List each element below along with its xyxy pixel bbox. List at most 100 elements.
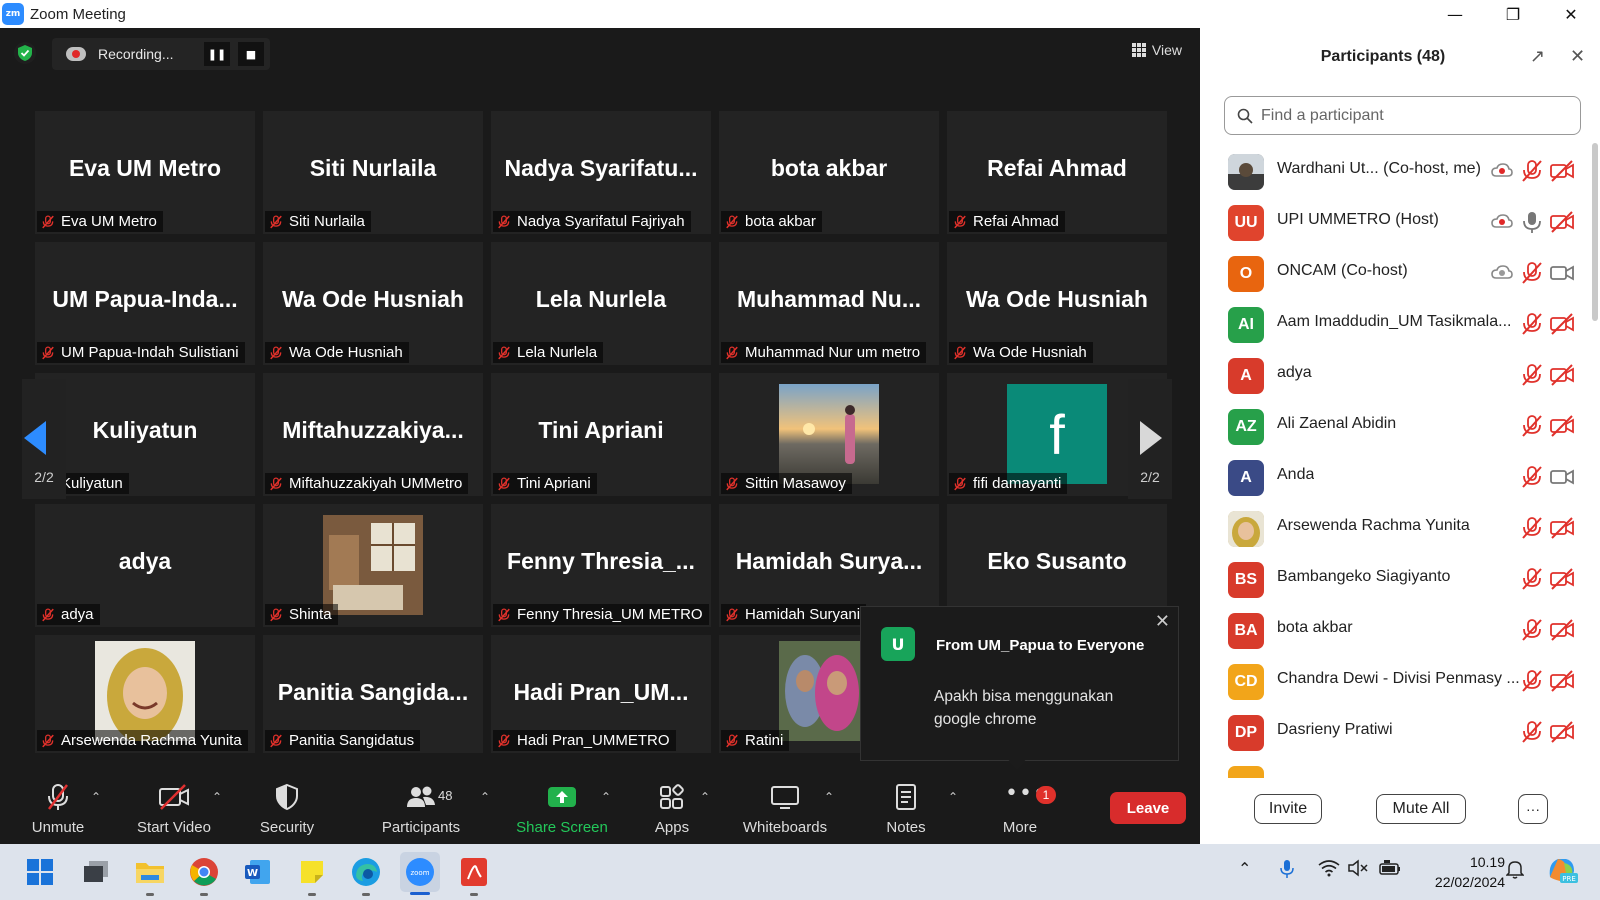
video-off-icon[interactable] bbox=[1550, 159, 1574, 183]
microphone-icon[interactable] bbox=[1520, 210, 1544, 234]
search-input[interactable] bbox=[1261, 106, 1561, 125]
popout-icon[interactable]: ↗ bbox=[1530, 46, 1545, 67]
pause-recording-button[interactable]: ❚❚ bbox=[204, 42, 230, 66]
edge-icon[interactable] bbox=[348, 854, 384, 896]
file-explorer-icon[interactable] bbox=[132, 854, 168, 896]
share-options-caret-icon[interactable]: ⌃ bbox=[601, 790, 611, 804]
mic-muted-icon[interactable] bbox=[1520, 261, 1544, 285]
apps-button[interactable]: Apps bbox=[644, 772, 700, 844]
mic-muted-icon[interactable] bbox=[1520, 465, 1544, 489]
participant-row[interactable]: Arsewenda Rachma Yunita bbox=[1200, 503, 1588, 554]
participant-row[interactable]: AZ Ali Zaenal Abidin bbox=[1200, 401, 1588, 452]
participant-row[interactable]: Wardhani Ut... (Co-host, me) bbox=[1200, 146, 1588, 197]
microphone-tray-icon[interactable] bbox=[1280, 859, 1294, 883]
more-button[interactable]: ••• More bbox=[990, 772, 1050, 844]
video-tile[interactable]: Nadya Syarifatu... Nadya Syarifatul Fajr… bbox=[491, 111, 711, 234]
video-tile[interactable]: Shinta bbox=[263, 504, 483, 627]
participant-list-scrollbar[interactable] bbox=[1592, 143, 1598, 321]
minimize-button[interactable]: — bbox=[1426, 0, 1484, 28]
participant-row[interactable]: BS Bambangeko Siagiyanto bbox=[1200, 554, 1588, 605]
video-tile[interactable]: Panitia Sangida... Panitia Sangidatus bbox=[263, 635, 483, 753]
video-tile[interactable]: adya adya bbox=[35, 504, 255, 627]
participant-row[interactable]: DP Dasrieny Pratiwi bbox=[1200, 707, 1588, 758]
video-tile[interactable]: Wa Ode Husniah Wa Ode Husniah bbox=[947, 242, 1167, 365]
video-icon[interactable] bbox=[1550, 261, 1574, 285]
video-off-icon[interactable] bbox=[1550, 516, 1574, 540]
participants-caret-icon[interactable]: ⌃ bbox=[480, 790, 490, 804]
audio-options-caret-icon[interactable]: ⌃ bbox=[91, 790, 101, 804]
next-page-button[interactable]: 2/2 bbox=[1128, 379, 1172, 499]
more-options-button[interactable]: ··· bbox=[1518, 794, 1548, 824]
system-clock[interactable]: 10.19 22/02/2024 bbox=[1415, 852, 1505, 892]
video-tile[interactable]: Eva UM Metro Eva UM Metro bbox=[35, 111, 255, 234]
video-tile[interactable]: Hadi Pran_UM... Hadi Pran_UMMETRO bbox=[491, 635, 711, 753]
stop-recording-button[interactable]: ■ bbox=[238, 42, 264, 66]
notes-button[interactable]: Notes bbox=[876, 772, 936, 844]
video-tile[interactable]: Fenny Thresia_... Fenny Thresia_UM METRO bbox=[491, 504, 711, 627]
participant-row[interactable]: UU UPI UMMETRO (Host) bbox=[1200, 197, 1588, 248]
chat-notification[interactable]: U From UM_Papua to Everyone Apakh bisa m… bbox=[860, 606, 1179, 770]
copilot-icon[interactable]: PRE bbox=[1546, 855, 1578, 889]
video-tile[interactable]: Sittin Masawoy bbox=[719, 373, 939, 496]
whiteboards-caret-icon[interactable]: ⌃ bbox=[824, 790, 834, 804]
participant-row[interactable]: A adya bbox=[1200, 350, 1588, 401]
notes-caret-icon[interactable]: ⌃ bbox=[948, 790, 958, 804]
unmute-button[interactable]: Unmute bbox=[26, 772, 90, 844]
chrome-icon[interactable] bbox=[186, 854, 222, 896]
whiteboards-button[interactable]: Whiteboards bbox=[734, 772, 836, 844]
mic-muted-icon[interactable] bbox=[1520, 363, 1544, 387]
apps-caret-icon[interactable]: ⌃ bbox=[700, 790, 710, 804]
start-video-button[interactable]: Start Video bbox=[132, 772, 216, 844]
encryption-shield-icon[interactable] bbox=[14, 42, 36, 64]
previous-page-button[interactable]: 2/2 bbox=[22, 379, 66, 499]
video-off-icon[interactable] bbox=[1550, 567, 1574, 591]
video-tile[interactable]: Muhammad Nu... Muhammad Nur um metro bbox=[719, 242, 939, 365]
video-off-icon[interactable] bbox=[1550, 414, 1574, 438]
invite-button[interactable]: Invite bbox=[1254, 794, 1322, 824]
video-tile[interactable]: Arsewenda Rachma Yunita bbox=[35, 635, 255, 753]
wifi-icon[interactable] bbox=[1318, 859, 1340, 881]
leave-button[interactable]: Leave bbox=[1110, 792, 1186, 824]
battery-icon[interactable] bbox=[1378, 859, 1402, 881]
participant-row[interactable]: AI Aam Imaddudin_UM Tasikmala... bbox=[1200, 299, 1588, 350]
video-tile[interactable]: Kuliyatun Kuliyatun bbox=[35, 373, 255, 496]
windows-start-icon[interactable] bbox=[22, 854, 58, 890]
zoom-taskbar-icon[interactable]: zoom bbox=[400, 852, 440, 895]
video-tile[interactable]: bota akbar bota akbar bbox=[719, 111, 939, 234]
video-off-icon[interactable] bbox=[1550, 312, 1574, 336]
pdf-app-icon[interactable] bbox=[456, 854, 492, 896]
view-button[interactable]: View bbox=[1131, 42, 1182, 58]
close-icon[interactable]: ✕ bbox=[1155, 611, 1170, 632]
participants-button[interactable]: Participants bbox=[376, 772, 466, 844]
word-icon[interactable]: W bbox=[240, 854, 276, 890]
video-tile[interactable]: UM Papua-Inda... UM Papua-Indah Sulistia… bbox=[35, 242, 255, 365]
mic-muted-icon[interactable] bbox=[1520, 312, 1544, 336]
video-off-icon[interactable] bbox=[1550, 618, 1574, 642]
participant-search[interactable] bbox=[1224, 96, 1581, 135]
mic-muted-icon[interactable] bbox=[1520, 669, 1544, 693]
video-tile[interactable]: Refai Ahmad Refai Ahmad bbox=[947, 111, 1167, 234]
video-tile[interactable]: Tini Apriani Tini Apriani bbox=[491, 373, 711, 496]
chevron-up-icon[interactable]: ⌃ bbox=[1238, 859, 1251, 878]
close-window-button[interactable]: ✕ bbox=[1542, 0, 1600, 28]
restore-button[interactable]: ❐ bbox=[1484, 0, 1542, 28]
mic-muted-icon[interactable] bbox=[1520, 618, 1544, 642]
mic-muted-icon[interactable] bbox=[1520, 516, 1544, 540]
participant-row[interactable]: O ONCAM (Co-host) bbox=[1200, 248, 1588, 299]
volume-muted-icon[interactable] bbox=[1348, 859, 1370, 881]
notification-bell-icon[interactable] bbox=[1505, 859, 1525, 883]
security-button[interactable]: Security bbox=[250, 772, 324, 844]
video-off-icon[interactable] bbox=[1550, 363, 1574, 387]
mic-muted-icon[interactable] bbox=[1520, 414, 1544, 438]
share-screen-button[interactable]: Share Screen bbox=[514, 772, 610, 844]
close-icon[interactable]: ✕ bbox=[1570, 46, 1585, 67]
participant-row[interactable]: A Anda bbox=[1200, 452, 1588, 503]
task-view-icon[interactable] bbox=[78, 854, 114, 890]
participant-row[interactable] bbox=[1200, 758, 1588, 778]
video-tile[interactable]: Wa Ode Husniah Wa Ode Husniah bbox=[263, 242, 483, 365]
video-off-icon[interactable] bbox=[1550, 669, 1574, 693]
participant-row[interactable]: BA bota akbar bbox=[1200, 605, 1588, 656]
participant-row[interactable]: CD Chandra Dewi - Divisi Penmasy ... bbox=[1200, 656, 1588, 707]
sticky-notes-icon[interactable] bbox=[294, 854, 330, 896]
mic-muted-icon[interactable] bbox=[1520, 567, 1544, 591]
